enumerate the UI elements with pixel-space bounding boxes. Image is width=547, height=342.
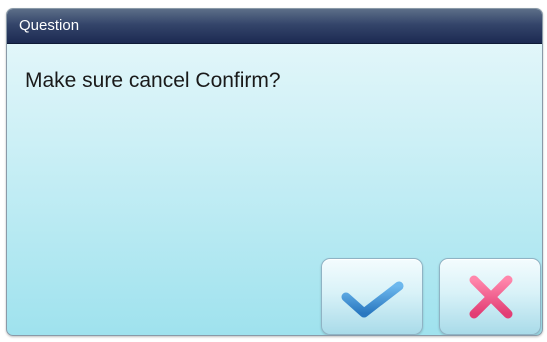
dialog-title: Question xyxy=(19,17,80,34)
question-dialog: Question Make sure cancel Confirm? xyxy=(6,8,543,336)
dialog-message: Make sure cancel Confirm? xyxy=(25,69,281,92)
close-icon xyxy=(469,275,513,319)
dialog-titlebar: Question xyxy=(7,9,542,44)
checkmark-icon xyxy=(341,281,404,318)
cancel-button[interactable] xyxy=(439,258,541,335)
confirm-button[interactable] xyxy=(321,258,423,335)
